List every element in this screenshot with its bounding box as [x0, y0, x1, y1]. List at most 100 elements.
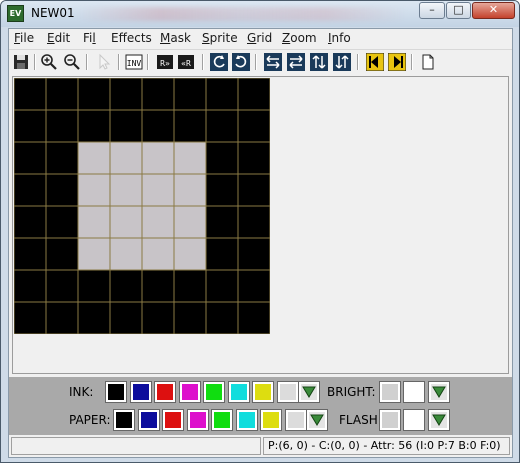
menu-info[interactable]: Info [328, 31, 351, 45]
minimize-button[interactable]: – [419, 2, 445, 19]
sprite-pixel[interactable] [238, 270, 270, 302]
sprite-pixel[interactable] [206, 206, 238, 238]
sprite-pixel[interactable] [14, 174, 46, 206]
sprite-pixel[interactable] [78, 142, 110, 174]
sprite-pixel[interactable] [46, 270, 78, 302]
select-arrow-icon[interactable] [95, 53, 113, 71]
sprite-pixel[interactable] [238, 302, 270, 334]
paper-color-swatch[interactable] [284, 409, 307, 431]
sprite-pixel[interactable] [206, 238, 238, 270]
sprite-pixel[interactable] [238, 78, 270, 110]
sprite-pixel[interactable] [206, 142, 238, 174]
sprite-pixel[interactable] [46, 302, 78, 334]
invert-icon[interactable]: INV [125, 53, 143, 71]
sprite-pixel[interactable] [238, 238, 270, 270]
paper-color-swatch[interactable] [162, 409, 184, 431]
sprite-pixel[interactable] [142, 142, 174, 174]
sprite-pixel[interactable] [206, 174, 238, 206]
sprite-pixel[interactable] [78, 238, 110, 270]
menu-fill[interactable]: Fil [83, 31, 96, 45]
paper-color-swatch[interactable] [113, 409, 135, 431]
sprite-pixel[interactable] [78, 270, 110, 302]
sprite-pixel[interactable] [174, 142, 206, 174]
ink-color-swatch[interactable] [129, 381, 152, 403]
new-document-icon[interactable] [419, 53, 437, 71]
sprite-pixel[interactable] [206, 302, 238, 334]
sprite-pixel[interactable] [142, 110, 174, 142]
bright-off-button[interactable] [379, 381, 401, 403]
sprite-pixel[interactable] [110, 302, 142, 334]
sprite-pixel[interactable] [206, 78, 238, 110]
flash-on-button[interactable] [403, 409, 425, 431]
paper-color-swatch[interactable] [235, 409, 258, 431]
sprite-pixel[interactable] [78, 174, 110, 206]
flash-off-button[interactable] [379, 409, 401, 431]
menu-grid[interactable]: Grid [247, 31, 272, 45]
shift-left-icon[interactable]: «R [177, 53, 195, 71]
sprite-pixel[interactable] [46, 206, 78, 238]
sprite-pixel[interactable] [110, 174, 142, 206]
paper-color-swatch[interactable] [186, 409, 209, 431]
maximize-button[interactable]: □ [446, 2, 471, 19]
menu-sprite[interactable]: Sprite [202, 31, 238, 45]
sprite-pixel[interactable] [46, 110, 78, 142]
sprite-pixel[interactable] [110, 206, 142, 238]
sprite-pixel[interactable] [174, 302, 206, 334]
close-button[interactable]: ✕ [472, 2, 515, 19]
ink-color-swatch[interactable] [105, 381, 127, 403]
sprite-pixel[interactable] [142, 302, 174, 334]
sprite-pixel[interactable] [14, 206, 46, 238]
zoom-in-icon[interactable] [40, 53, 58, 71]
menu-effects[interactable]: Effects [111, 31, 152, 45]
menu-mask[interactable]: Mask [160, 31, 191, 45]
sprite-pixel[interactable] [110, 78, 142, 110]
sprite-pixel[interactable] [110, 238, 142, 270]
paper-color-swatch[interactable] [211, 409, 233, 431]
sprite-pixel[interactable] [142, 206, 174, 238]
sprite-pixel[interactable] [14, 78, 46, 110]
sprite-pixel[interactable] [206, 270, 238, 302]
sprite-pixel[interactable] [238, 174, 270, 206]
sprite-pixel[interactable] [78, 302, 110, 334]
ink-color-swatch[interactable] [227, 381, 250, 403]
menu-edit[interactable]: Edit [47, 31, 70, 45]
sprite-pixel[interactable] [46, 142, 78, 174]
sprite-pixel[interactable] [206, 110, 238, 142]
sprite-pixel[interactable] [174, 206, 206, 238]
sprite-pixel[interactable] [142, 174, 174, 206]
sprite-pixel[interactable] [142, 270, 174, 302]
sprite-pixel[interactable] [46, 174, 78, 206]
paper-color-swatch[interactable] [137, 409, 160, 431]
bright-transparent-button[interactable] [428, 381, 450, 403]
sprite-pixel[interactable] [14, 238, 46, 270]
sprite-pixel[interactable] [238, 110, 270, 142]
sprite-pixel[interactable] [78, 110, 110, 142]
sprite-pixel[interactable] [110, 142, 142, 174]
flip-vertical-2-icon[interactable] [333, 53, 351, 71]
sprite-pixel[interactable] [78, 206, 110, 238]
sprite-pixel[interactable] [174, 110, 206, 142]
ink-transparent-button[interactable] [298, 381, 320, 403]
sprite-pixel[interactable] [78, 78, 110, 110]
sprite-pixel[interactable] [174, 78, 206, 110]
title-bar[interactable]: EV NEW01 – □ ✕ [1, 1, 519, 27]
sprite-pixel[interactable] [238, 142, 270, 174]
previous-frame-icon[interactable] [366, 53, 384, 71]
sprite-pixel[interactable] [46, 78, 78, 110]
sprite-pixel[interactable] [14, 302, 46, 334]
flip-horizontal-2-icon[interactable] [287, 53, 305, 71]
sprite-pixel[interactable] [110, 270, 142, 302]
menu-file[interactable]: File [14, 31, 34, 45]
sprite-pixel[interactable] [142, 78, 174, 110]
rotate-right-icon[interactable] [232, 53, 250, 71]
ink-color-swatch[interactable] [178, 381, 201, 403]
sprite-pixel[interactable] [238, 206, 270, 238]
sprite-pixel[interactable] [174, 270, 206, 302]
paper-transparent-button[interactable] [306, 409, 328, 431]
sprite-editor-grid[interactable] [14, 78, 270, 334]
next-frame-icon[interactable] [388, 53, 406, 71]
save-icon[interactable] [12, 53, 30, 71]
sprite-pixel[interactable] [174, 238, 206, 270]
bright-on-button[interactable] [403, 381, 425, 403]
menu-zoom[interactable]: Zoom [282, 31, 317, 45]
